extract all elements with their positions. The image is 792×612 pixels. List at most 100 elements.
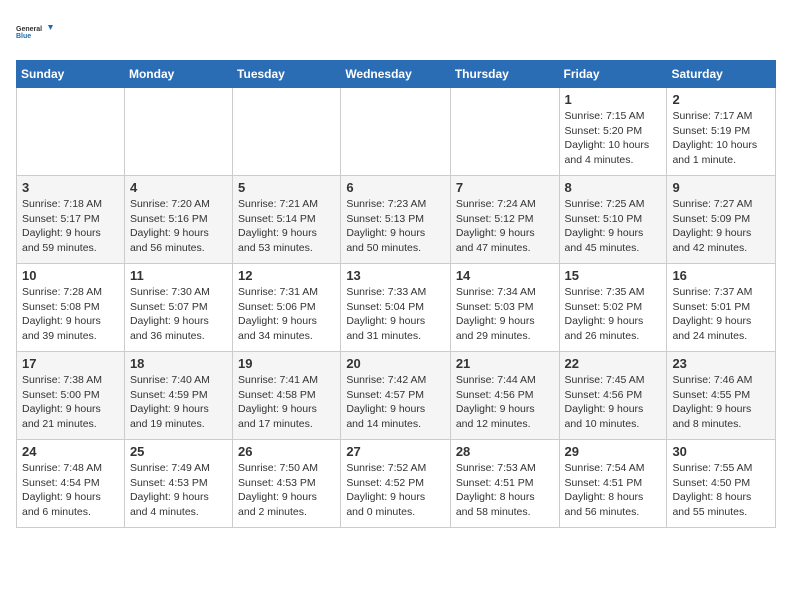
weekday-header-wednesday: Wednesday [341, 61, 451, 88]
day-number: 5 [238, 180, 335, 195]
day-info: Sunrise: 7:49 AM Sunset: 4:53 PM Dayligh… [130, 461, 227, 520]
day-info: Sunrise: 7:50 AM Sunset: 4:53 PM Dayligh… [238, 461, 335, 520]
day-number: 7 [456, 180, 554, 195]
calendar-cell: 15 Sunrise: 7:35 AM Sunset: 5:02 PM Dayli… [559, 264, 667, 352]
day-info: Sunrise: 7:38 AM Sunset: 5:00 PM Dayligh… [22, 373, 119, 432]
weekday-header-saturday: Saturday [667, 61, 776, 88]
day-info: Sunrise: 7:20 AM Sunset: 5:16 PM Dayligh… [130, 197, 227, 256]
logo: General Blue [16, 16, 56, 48]
day-info: Sunrise: 7:15 AM Sunset: 5:20 PM Dayligh… [565, 109, 662, 168]
day-number: 14 [456, 268, 554, 283]
day-number: 29 [565, 444, 662, 459]
day-info: Sunrise: 7:53 AM Sunset: 4:51 PM Dayligh… [456, 461, 554, 520]
day-number: 3 [22, 180, 119, 195]
day-number: 28 [456, 444, 554, 459]
calendar-cell: 16 Sunrise: 7:37 AM Sunset: 5:01 PM Dayli… [667, 264, 776, 352]
day-number: 24 [22, 444, 119, 459]
calendar-cell: 26 Sunrise: 7:50 AM Sunset: 4:53 PM Dayli… [233, 440, 341, 528]
day-number: 22 [565, 356, 662, 371]
day-number: 4 [130, 180, 227, 195]
calendar-cell: 8 Sunrise: 7:25 AM Sunset: 5:10 PM Daylig… [559, 176, 667, 264]
calendar-cell: 1 Sunrise: 7:15 AM Sunset: 5:20 PM Daylig… [559, 88, 667, 176]
calendar-cell: 30 Sunrise: 7:55 AM Sunset: 4:50 PM Dayli… [667, 440, 776, 528]
day-info: Sunrise: 7:24 AM Sunset: 5:12 PM Dayligh… [456, 197, 554, 256]
day-info: Sunrise: 7:30 AM Sunset: 5:07 PM Dayligh… [130, 285, 227, 344]
day-number: 15 [565, 268, 662, 283]
day-number: 2 [672, 92, 770, 107]
weekday-header-tuesday: Tuesday [233, 61, 341, 88]
day-number: 10 [22, 268, 119, 283]
calendar-table: SundayMondayTuesdayWednesdayThursdayFrid… [16, 60, 776, 528]
calendar-cell [450, 88, 559, 176]
svg-text:General: General [16, 26, 42, 33]
day-number: 1 [565, 92, 662, 107]
calendar-cell: 27Sunrise: 7:52 AM Sunset: 4:52 PM Dayli… [341, 440, 451, 528]
day-info: Sunrise: 7:35 AM Sunset: 5:02 PM Dayligh… [565, 285, 662, 344]
calendar-cell [233, 88, 341, 176]
day-info: Sunrise: 7:25 AM Sunset: 5:10 PM Dayligh… [565, 197, 662, 256]
day-info: Sunrise: 7:37 AM Sunset: 5:01 PM Dayligh… [672, 285, 770, 344]
calendar-cell: 10 Sunrise: 7:28 AM Sunset: 5:08 PM Dayli… [17, 264, 125, 352]
day-info: Sunrise: 7:33 AM Sunset: 5:04 PM Dayligh… [346, 285, 445, 344]
calendar-week-5: 24 Sunrise: 7:48 AM Sunset: 4:54 PM Dayli… [17, 440, 776, 528]
calendar-cell: 7 Sunrise: 7:24 AM Sunset: 5:12 PM Daylig… [450, 176, 559, 264]
day-number: 16 [672, 268, 770, 283]
day-info: Sunrise: 7:17 AM Sunset: 5:19 PM Dayligh… [672, 109, 770, 168]
day-info: Sunrise: 7:54 AM Sunset: 4:51 PM Dayligh… [565, 461, 662, 520]
calendar-cell: 25Sunrise: 7:49 AM Sunset: 4:53 PM Dayli… [124, 440, 232, 528]
day-number: 11 [130, 268, 227, 283]
calendar-cell: 21 Sunrise: 7:44 AM Sunset: 4:56 PM Dayli… [450, 352, 559, 440]
day-info: Sunrise: 7:21 AM Sunset: 5:14 PM Dayligh… [238, 197, 335, 256]
day-info: Sunrise: 7:44 AM Sunset: 4:56 PM Dayligh… [456, 373, 554, 432]
calendar-week-4: 17 Sunrise: 7:38 AM Sunset: 5:00 PM Dayli… [17, 352, 776, 440]
day-number: 12 [238, 268, 335, 283]
day-info: Sunrise: 7:18 AM Sunset: 5:17 PM Dayligh… [22, 197, 119, 256]
day-info: Sunrise: 7:52 AM Sunset: 4:52 PM Dayligh… [346, 461, 445, 520]
day-number: 18 [130, 356, 227, 371]
calendar-cell: 19Sunrise: 7:41 AM Sunset: 4:58 PM Dayli… [233, 352, 341, 440]
weekday-header-row: SundayMondayTuesdayWednesdayThursdayFrid… [17, 61, 776, 88]
calendar-week-2: 3 Sunrise: 7:18 AM Sunset: 5:17 PM Daylig… [17, 176, 776, 264]
day-info: Sunrise: 7:31 AM Sunset: 5:06 PM Dayligh… [238, 285, 335, 344]
calendar-cell [124, 88, 232, 176]
day-number: 9 [672, 180, 770, 195]
calendar-cell: 6Sunrise: 7:23 AM Sunset: 5:13 PM Daylig… [341, 176, 451, 264]
calendar-cell: 11 Sunrise: 7:30 AM Sunset: 5:07 PM Dayli… [124, 264, 232, 352]
calendar-cell: 17 Sunrise: 7:38 AM Sunset: 5:00 PM Dayli… [17, 352, 125, 440]
calendar-week-3: 10 Sunrise: 7:28 AM Sunset: 5:08 PM Dayli… [17, 264, 776, 352]
weekday-header-sunday: Sunday [17, 61, 125, 88]
calendar-cell: 4 Sunrise: 7:20 AM Sunset: 5:16 PM Daylig… [124, 176, 232, 264]
day-info: Sunrise: 7:46 AM Sunset: 4:55 PM Dayligh… [672, 373, 770, 432]
calendar-cell: 18 Sunrise: 7:40 AM Sunset: 4:59 PM Dayli… [124, 352, 232, 440]
page-header: General Blue [16, 16, 776, 48]
day-number: 21 [456, 356, 554, 371]
day-info: Sunrise: 7:28 AM Sunset: 5:08 PM Dayligh… [22, 285, 119, 344]
calendar-cell: 22 Sunrise: 7:45 AM Sunset: 4:56 PM Dayli… [559, 352, 667, 440]
calendar-week-1: 1 Sunrise: 7:15 AM Sunset: 5:20 PM Daylig… [17, 88, 776, 176]
day-info: Sunrise: 7:41 AM Sunset: 4:58 PM Dayligh… [238, 373, 335, 432]
day-number: 8 [565, 180, 662, 195]
day-number: 6 [346, 180, 445, 195]
calendar-cell: 14 Sunrise: 7:34 AM Sunset: 5:03 PM Dayli… [450, 264, 559, 352]
day-info: Sunrise: 7:40 AM Sunset: 4:59 PM Dayligh… [130, 373, 227, 432]
calendar-cell: 29 Sunrise: 7:54 AM Sunset: 4:51 PM Dayli… [559, 440, 667, 528]
calendar-cell [341, 88, 451, 176]
day-number: 26 [238, 444, 335, 459]
day-info: Sunrise: 7:55 AM Sunset: 4:50 PM Dayligh… [672, 461, 770, 520]
day-number: 23 [672, 356, 770, 371]
calendar-cell: 20 Sunrise: 7:42 AM Sunset: 4:57 PM Dayli… [341, 352, 451, 440]
day-info: Sunrise: 7:48 AM Sunset: 4:54 PM Dayligh… [22, 461, 119, 520]
weekday-header-friday: Friday [559, 61, 667, 88]
calendar-cell: 28 Sunrise: 7:53 AM Sunset: 4:51 PM Dayli… [450, 440, 559, 528]
logo-svg: General Blue [16, 16, 56, 48]
calendar-cell: 12 Sunrise: 7:31 AM Sunset: 5:06 PM Dayli… [233, 264, 341, 352]
day-number: 20 [346, 356, 445, 371]
day-number: 17 [22, 356, 119, 371]
weekday-header-thursday: Thursday [450, 61, 559, 88]
day-info: Sunrise: 7:34 AM Sunset: 5:03 PM Dayligh… [456, 285, 554, 344]
day-number: 30 [672, 444, 770, 459]
day-info: Sunrise: 7:45 AM Sunset: 4:56 PM Dayligh… [565, 373, 662, 432]
calendar-cell: 3 Sunrise: 7:18 AM Sunset: 5:17 PM Daylig… [17, 176, 125, 264]
day-info: Sunrise: 7:42 AM Sunset: 4:57 PM Dayligh… [346, 373, 445, 432]
svg-text:Blue: Blue [16, 33, 31, 40]
